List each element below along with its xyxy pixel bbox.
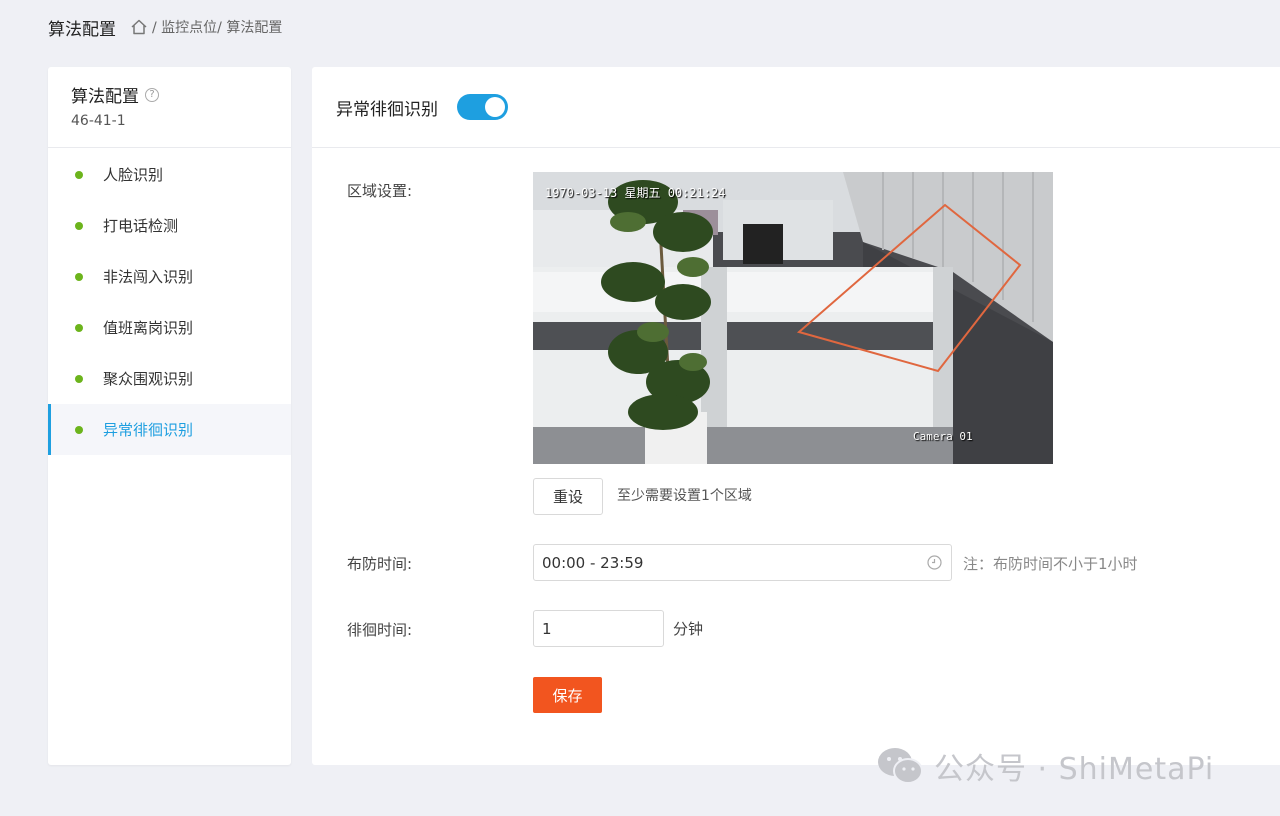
defense-time-value: 00:00 - 23:59 (542, 553, 644, 572)
sidebar-item-label: 值班离岗识别 (103, 319, 194, 337)
defense-time-note: 注：布防时间不小于1小时 (963, 555, 1138, 573)
toggle-knob (485, 97, 505, 117)
sidebar-header: 算法配置 ? 46-41-1 (48, 67, 291, 148)
sidebar-item-label: 聚众围观识别 (103, 370, 194, 388)
status-dot (75, 170, 83, 179)
status-dot (75, 221, 83, 230)
top-bar: 算法配置 / 监控点位/ 算法配置 (48, 14, 282, 40)
config-header: 异常徘徊识别 (312, 67, 1280, 148)
sidebar-item-off-duty-detection[interactable]: 值班离岗识别 (48, 302, 291, 353)
reset-button[interactable]: 重设 (533, 478, 603, 515)
sidebar-item-label: 人脸识别 (103, 166, 164, 184)
sidebar-item-intrusion-detection[interactable]: 非法闯入识别 (48, 251, 291, 302)
defense-time-picker[interactable]: 00:00 - 23:59 (533, 544, 952, 581)
help-icon[interactable]: ? (145, 87, 159, 102)
enable-toggle[interactable] (457, 94, 508, 120)
area-setting-label: 区域设置: (347, 182, 413, 200)
defense-time-label: 布防时间: (347, 555, 413, 573)
status-dot (75, 425, 83, 434)
loiter-time-unit: 分钟 (673, 620, 704, 638)
status-dot (75, 374, 83, 383)
camera-name: Camera 01 (913, 430, 973, 443)
algorithm-list: 人脸识别 打电话检测 非法闯入识别 值班离岗识别 聚众围观识别 异常徘徊识别 (48, 149, 291, 455)
status-dot (75, 272, 83, 281)
sidebar-item-face-recognition[interactable]: 人脸识别 (48, 149, 291, 200)
clock-icon (927, 555, 942, 570)
camera-scene (533, 172, 1053, 464)
page-title: 算法配置 (48, 19, 116, 40)
device-id: 46-41-1 (71, 113, 126, 129)
breadcrumb[interactable]: / 监控点位/ 算法配置 (152, 17, 282, 37)
reset-hint: 至少需要设置1个区域 (617, 488, 752, 504)
save-button[interactable]: 保存 (533, 677, 602, 713)
loiter-time-label: 徘徊时间: (347, 621, 413, 639)
watermark-text: 公众号 · ShiMetaPi (934, 752, 1215, 787)
config-title: 异常徘徊识别 (336, 99, 438, 120)
sidebar-item-phone-call-detection[interactable]: 打电话检测 (48, 200, 291, 251)
algorithm-sidebar: 算法配置 ? 46-41-1 人脸识别 打电话检测 非法闯入识别 值班离岗识别 … (48, 67, 291, 765)
sidebar-title: 算法配置 (71, 87, 139, 107)
watermark: 公众号 · ShiMetaPi (876, 744, 1214, 788)
loiter-time-input[interactable] (533, 610, 664, 647)
home-icon[interactable] (130, 18, 148, 36)
status-dot (75, 323, 83, 332)
camera-preview[interactable]: 1970-03-13 星期五 00:21:24 Camera 01 (533, 172, 1053, 464)
sidebar-item-loitering-detection[interactable]: 异常徘徊识别 (48, 404, 291, 455)
sidebar-item-label: 打电话检测 (103, 217, 179, 235)
sidebar-item-crowd-detection[interactable]: 聚众围观识别 (48, 353, 291, 404)
sidebar-item-label: 异常徘徊识别 (103, 421, 194, 439)
wechat-icon (878, 748, 923, 784)
camera-timestamp: 1970-03-13 星期五 00:21:24 (545, 186, 726, 200)
sidebar-item-label: 非法闯入识别 (103, 268, 194, 286)
config-panel: 异常徘徊识别 区域设置: 1970-03-13 星期五 00:21:24 Cam… (312, 67, 1280, 765)
